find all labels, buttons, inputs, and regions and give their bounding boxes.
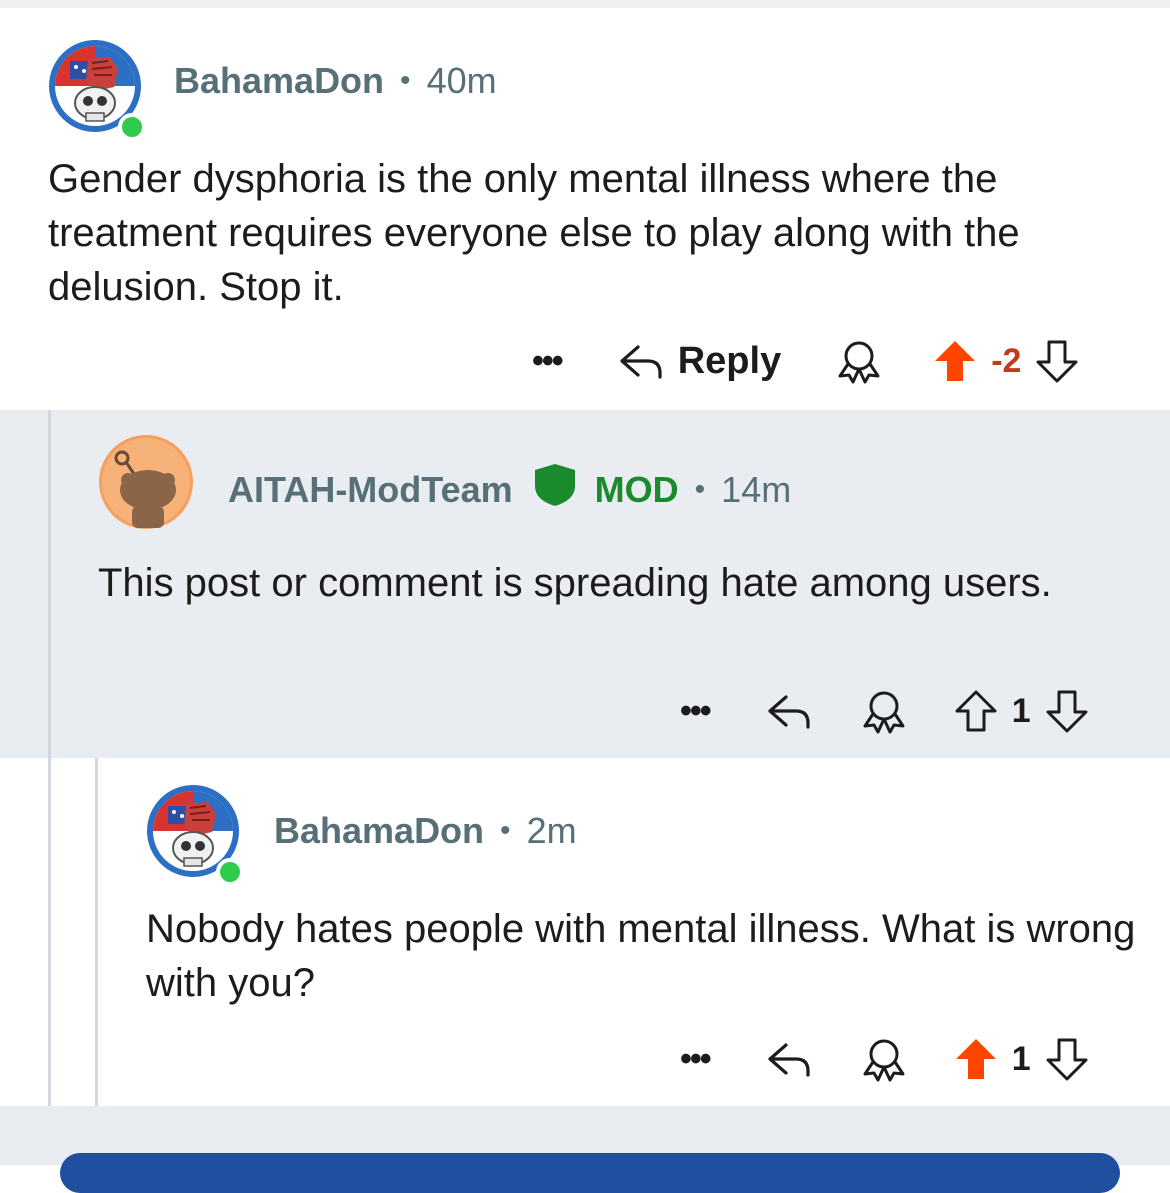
comment-1: BahamaDon • 40m Gender dysphoria is the … [0, 8, 1170, 410]
mod-badge: MOD [594, 468, 679, 510]
online-status-dot [216, 858, 244, 886]
reply-button[interactable]: Reply [618, 340, 781, 383]
comment-body: This post or comment is spreading hate a… [98, 561, 1052, 605]
comment-meta: BahamaDon • 40m [174, 60, 497, 102]
downvote-icon[interactable] [1045, 1037, 1089, 1081]
mod-shield-icon [533, 462, 577, 517]
vote-count: -2 [991, 341, 1022, 380]
award-icon [838, 341, 880, 384]
separator-dot: • [694, 472, 706, 506]
reply-button[interactable] [766, 691, 812, 731]
timestamp: 2m [526, 810, 577, 851]
award-button[interactable] [835, 338, 883, 384]
upvote-icon[interactable] [933, 339, 977, 383]
more-icon[interactable]: ••• [680, 692, 712, 731]
separator-dot: • [400, 64, 411, 97]
comment-3: BahamaDon • 2m Nobody hates people with … [0, 758, 1170, 1106]
comment-meta: BahamaDon • 2m [274, 810, 577, 852]
vote-count: 1 [1011, 691, 1031, 730]
timestamp: 14m [721, 468, 792, 510]
username[interactable]: BahamaDon [174, 60, 384, 102]
timestamp: 40m [426, 60, 497, 101]
award-button[interactable] [860, 1036, 908, 1082]
comment-actions: ••• 1 [680, 1036, 1089, 1082]
online-status-dot [118, 113, 146, 141]
award-button[interactable] [860, 688, 908, 734]
avatar[interactable] [48, 39, 146, 141]
award-icon [863, 1039, 905, 1082]
comment-meta: AITAH-ModTeam MOD • 14m [228, 462, 791, 517]
top-divider [0, 0, 1170, 8]
reply-icon [768, 1043, 810, 1077]
thread-line [95, 758, 98, 1106]
upvote-icon[interactable] [954, 1037, 998, 1081]
thread-line [48, 758, 51, 1106]
downvote-icon[interactable] [1035, 339, 1079, 383]
comment-actions: ••• 1 [680, 688, 1089, 734]
vote-count: 1 [1011, 1039, 1031, 1078]
reply-icon [768, 695, 810, 729]
vote-group: 1 [954, 1037, 1089, 1081]
avatar[interactable] [146, 784, 244, 886]
vote-group: -2 [933, 339, 1079, 383]
reply-icon [620, 345, 662, 379]
comment-body: Gender dysphoria is the only mental illn… [48, 157, 1020, 309]
comment-actions: ••• Reply -2 [532, 338, 1079, 384]
bottom-action-bar[interactable] [60, 1153, 1120, 1193]
avatar[interactable] [98, 434, 194, 530]
thread-line [48, 410, 51, 758]
reply-label: Reply [677, 339, 782, 382]
downvote-icon[interactable] [1045, 689, 1089, 733]
award-icon [863, 691, 905, 734]
upvote-icon[interactable] [954, 689, 998, 733]
username[interactable]: AITAH-ModTeam [228, 469, 513, 511]
username[interactable]: BahamaDon [274, 810, 484, 852]
comment-2: AITAH-ModTeam MOD • 14m This post or com… [0, 410, 1170, 758]
separator-dot: • [500, 814, 511, 847]
vote-group: 1 [954, 689, 1089, 733]
comment-body: Nobody hates people with mental illness.… [146, 907, 1136, 1005]
more-icon[interactable]: ••• [532, 342, 564, 381]
reply-button[interactable] [766, 1039, 812, 1079]
more-icon[interactable]: ••• [680, 1040, 712, 1079]
